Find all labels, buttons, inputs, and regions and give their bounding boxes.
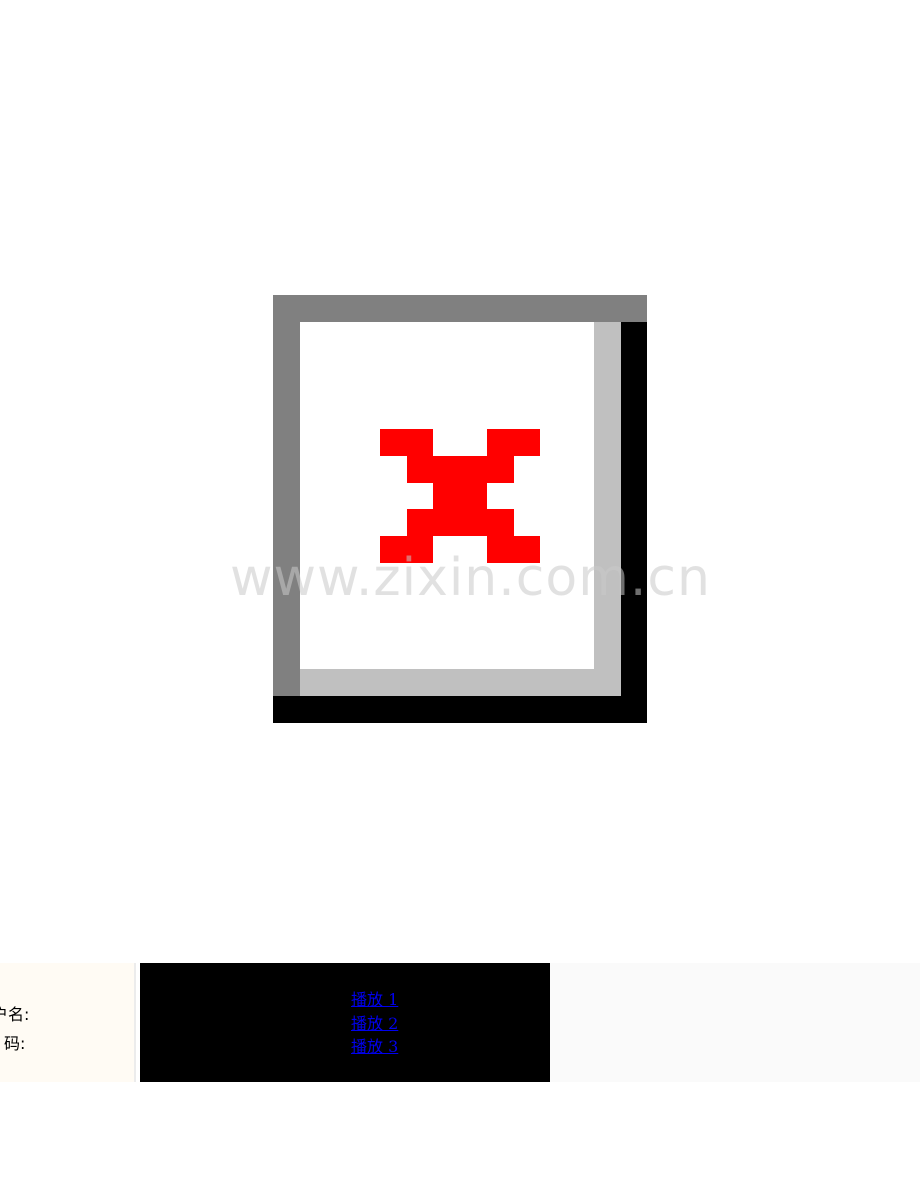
play-link-3[interactable]: 播放 3 (351, 1035, 398, 1059)
play-link-2[interactable]: 播放 2 (351, 1012, 398, 1036)
broken-image-placeholder (273, 295, 647, 723)
password-label: 码: (4, 1034, 26, 1053)
play-link-1[interactable]: 播放 1 (351, 988, 398, 1012)
play-links-list: 播放 1 播放 2 播放 3 (351, 988, 398, 1059)
login-panel: 户名: 码: (0, 963, 136, 1082)
username-label: 户名: (0, 1005, 30, 1024)
player-box: 播放 1 播放 2 播放 3 (140, 963, 550, 1082)
broken-image-icon (273, 295, 647, 723)
right-panel (550, 963, 920, 1082)
